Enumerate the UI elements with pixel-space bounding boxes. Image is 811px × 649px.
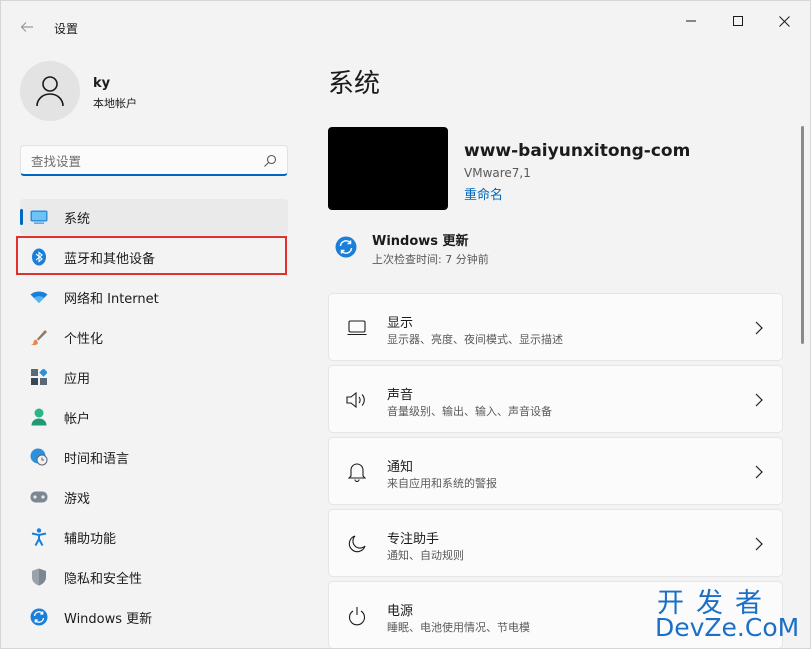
card-subtitle: 音量级别、输出、输入、声音设备: [387, 405, 552, 418]
card-title: 专注助手: [387, 532, 440, 547]
update-subtitle: 上次检查时间: 7 分钟前: [372, 253, 489, 266]
rename-link[interactable]: 重命名: [464, 184, 503, 203]
windows-update-icon: [335, 236, 357, 258]
device-model: VMware7,1: [464, 166, 531, 180]
sidebar-item-label: 系统: [64, 211, 91, 227]
device-name: www-baiyunxitong-com: [464, 141, 691, 161]
chevron-right-icon: [755, 465, 763, 479]
globe-clock-icon: [30, 448, 48, 466]
back-arrow-icon: [20, 22, 33, 32]
card-subtitle: 来自应用和系统的警报: [387, 477, 497, 490]
monitor-icon: [30, 208, 48, 226]
app-title: 设置: [54, 22, 79, 36]
watermark-line2: DevZe.CoM: [655, 613, 800, 642]
card-subtitle: 睡眠、电池使用情况、节电模: [387, 621, 530, 634]
display-icon: [346, 318, 368, 338]
sidebar-item-windows-update[interactable]: Windows 更新: [20, 599, 288, 635]
account-type: 本地帐户: [93, 97, 137, 110]
accessibility-icon: [30, 528, 48, 546]
speaker-icon: [346, 390, 368, 410]
card-focus-assist[interactable]: 专注助手 通知、自动规则: [328, 509, 783, 577]
chevron-right-icon: [755, 537, 763, 551]
wifi-icon: [30, 288, 48, 306]
card-sound[interactable]: 声音 音量级别、输出、输入、声音设备: [328, 365, 783, 433]
windows-update-icon: [30, 608, 48, 626]
card-subtitle: 通知、自动规则: [387, 549, 464, 562]
sidebar-item-label: 帐户: [64, 411, 91, 427]
sidebar-item-personalization[interactable]: 个性化: [20, 319, 288, 355]
sidebar-item-network[interactable]: 网络和 Internet: [20, 279, 288, 315]
brush-icon: [30, 328, 48, 346]
back-button[interactable]: [13, 13, 41, 41]
person-icon: [30, 408, 48, 426]
search-input[interactable]: [31, 152, 256, 170]
update-title: Windows 更新: [372, 234, 469, 249]
sidebar-item-accounts[interactable]: 帐户: [20, 399, 288, 435]
minimize-button[interactable]: [668, 1, 714, 41]
sidebar-item-label: 辅助功能: [64, 531, 117, 547]
card-title: 声音: [387, 388, 414, 403]
sidebar-item-apps[interactable]: 应用: [20, 359, 288, 395]
scrollbar-thumb[interactable]: [801, 126, 804, 344]
highlight-annotation: [16, 236, 287, 275]
card-title: 显示: [387, 316, 414, 331]
apps-icon: [30, 368, 48, 386]
card-display[interactable]: 显示 显示器、亮度、夜间模式、显示描述: [328, 293, 783, 361]
settings-window: 设置 ky 本地帐户 系统 蓝牙和其他: [0, 0, 811, 649]
sidebar-item-gaming[interactable]: 游戏: [20, 479, 288, 515]
card-title: 电源: [387, 604, 414, 619]
sidebar-item-label: 隐私和安全性: [64, 571, 143, 587]
maximize-button[interactable]: [715, 1, 761, 41]
sidebar-item-label: 应用: [64, 371, 91, 387]
watermark: 开发者 DevZe.CoM: [653, 581, 810, 648]
shield-icon: [30, 568, 48, 586]
search-box[interactable]: [20, 145, 288, 176]
person-icon: [36, 76, 64, 107]
card-notifications[interactable]: 通知 来自应用和系统的警报: [328, 437, 783, 505]
close-icon: [778, 15, 790, 27]
search-icon[interactable]: [263, 154, 277, 168]
chevron-right-icon: [755, 393, 763, 407]
selection-indicator: [20, 209, 23, 225]
sidebar-item-label: 时间和语言: [64, 451, 130, 467]
close-button[interactable]: [761, 1, 807, 41]
sidebar-item-accessibility[interactable]: 辅助功能: [20, 519, 288, 555]
sidebar-item-label: 个性化: [64, 331, 104, 347]
moon-icon: [346, 534, 368, 554]
user-name: ky: [93, 76, 111, 91]
maximize-icon: [733, 16, 743, 26]
bell-icon: [346, 462, 368, 482]
card-title: 通知: [387, 460, 414, 475]
power-icon: [346, 606, 368, 626]
card-subtitle: 显示器、亮度、夜间模式、显示描述: [387, 333, 563, 346]
sidebar-item-label: Windows 更新: [64, 611, 153, 627]
avatar[interactable]: [20, 61, 80, 121]
sidebar-item-label: 游戏: [64, 491, 91, 507]
page-title: 系统: [328, 69, 381, 99]
sidebar-item-system[interactable]: 系统: [20, 199, 288, 235]
sidebar-item-time-language[interactable]: 时间和语言: [20, 439, 288, 475]
device-image: [328, 127, 448, 210]
gamepad-icon: [30, 488, 48, 506]
sidebar-item-label: 网络和 Internet: [64, 291, 159, 307]
title-bar: 设置: [1, 1, 810, 49]
sidebar-item-privacy[interactable]: 隐私和安全性: [20, 559, 288, 595]
minimize-icon: [686, 20, 696, 22]
chevron-right-icon: [755, 321, 763, 335]
